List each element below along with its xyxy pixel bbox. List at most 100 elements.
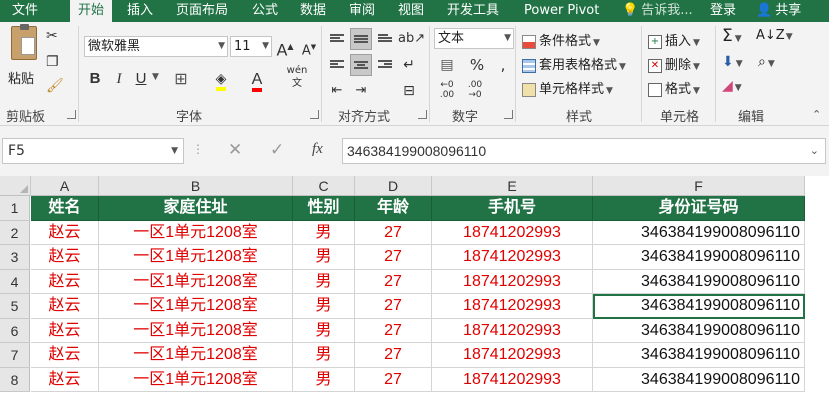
tab-data[interactable]: 数据 <box>300 0 326 22</box>
fill-color-icon[interactable]: ◈ <box>210 68 232 91</box>
worksheet-grid[interactable]: ABCDEF 12345678 姓名 家庭住址 性别 年龄 手机号 身份证号码 赵云 一区1单… <box>0 176 829 400</box>
cell-name[interactable]: 赵云 <box>31 220 99 245</box>
cell-gender[interactable]: 男 <box>293 343 355 368</box>
tab-developer[interactable]: 开发工具 <box>447 0 499 22</box>
autosum-icon[interactable]: Σ ▼ <box>722 26 742 46</box>
cancel-icon[interactable]: ✕ <box>228 140 242 160</box>
decrease-decimal-icon[interactable]: .00 →0 <box>464 80 486 102</box>
underline-button[interactable]: U <box>130 68 152 90</box>
font-color-icon[interactable]: A <box>246 68 268 92</box>
tab-formulas[interactable]: 公式 <box>252 0 278 22</box>
cell-gender[interactable]: 男 <box>293 269 355 294</box>
accounting-icon[interactable]: ▤ <box>436 54 458 76</box>
wrap-text-icon[interactable]: ↵ <box>398 54 420 76</box>
cell-phone[interactable]: 18741202993 <box>432 220 593 245</box>
column-header-b[interactable]: B <box>99 176 293 196</box>
cell-id-number[interactable]: 346384199008096110 <box>593 245 805 270</box>
cell-phone[interactable]: 18741202993 <box>432 245 593 270</box>
insert-function-button[interactable]: fx <box>312 141 323 158</box>
cell-name[interactable]: 赵云 <box>31 294 99 319</box>
row-header-4[interactable]: 4 <box>0 269 30 294</box>
cell-age[interactable]: 27 <box>355 294 432 319</box>
cell-phone[interactable]: 18741202993 <box>432 343 593 368</box>
insert-cells-button[interactable]: + 插入 ▼ <box>648 30 700 49</box>
cell-id-number[interactable]: 346384199008096110 <box>593 343 805 368</box>
cell-address[interactable]: 一区1单元1208室 <box>99 343 293 368</box>
delete-cells-button[interactable]: ✕ 删除 ▼ <box>648 54 700 73</box>
row-header-3[interactable]: 3 <box>0 245 30 270</box>
cell-address[interactable]: 一区1单元1208室 <box>99 294 293 319</box>
column-header-c[interactable]: C <box>293 176 355 196</box>
tab-review[interactable]: 审阅 <box>349 0 375 22</box>
align-top-icon[interactable] <box>326 28 348 50</box>
cell-gender[interactable]: 男 <box>293 318 355 343</box>
enter-icon[interactable]: ✓ <box>270 140 284 160</box>
cell-id-number[interactable]: 346384199008096110 <box>593 318 805 343</box>
phonetic-icon[interactable]: wén 文 <box>286 64 308 89</box>
cell-age[interactable]: 27 <box>355 343 432 368</box>
header-cell-gender[interactable]: 性别 <box>293 196 355 221</box>
align-right-icon[interactable] <box>374 54 396 76</box>
border-icon[interactable]: ⊞ <box>170 68 192 90</box>
header-cell-age[interactable]: 年龄 <box>355 196 432 221</box>
cut-icon[interactable]: ✂ <box>46 28 58 44</box>
comma-icon[interactable]: , <box>492 54 514 76</box>
format-cells-button[interactable]: 格式 ▼ <box>648 78 700 97</box>
header-cell-id-number[interactable]: 身份证号码 <box>593 196 805 221</box>
paste-button[interactable] <box>8 24 40 66</box>
clipboard-launcher-icon[interactable] <box>67 110 76 119</box>
cell-age[interactable]: 27 <box>355 269 432 294</box>
tab-view[interactable]: 视图 <box>398 0 424 22</box>
number-format-select[interactable]: 文本 ▼ <box>434 28 514 49</box>
tab-file[interactable]: 文件 <box>12 0 38 22</box>
percent-icon[interactable]: % <box>466 54 488 76</box>
decrease-indent-icon[interactable]: ⇤ <box>326 80 348 102</box>
cell-id-number[interactable]: 346384199008096110 <box>593 220 805 245</box>
cell-id-number[interactable]: 346384199008096110 <box>593 367 805 392</box>
italic-button[interactable]: I <box>108 68 130 90</box>
header-cell-name[interactable]: 姓名 <box>31 196 99 221</box>
row-header-1[interactable]: 1 <box>0 196 30 221</box>
cell-name[interactable]: 赵云 <box>31 367 99 392</box>
find-select-icon[interactable]: ⌕ ▼ <box>758 54 775 70</box>
select-all-corner[interactable] <box>0 176 31 196</box>
header-cell-address[interactable]: 家庭住址 <box>99 196 293 221</box>
row-header-8[interactable]: 8 <box>0 367 30 392</box>
cell-name[interactable]: 赵云 <box>31 318 99 343</box>
share-button[interactable]: 👤 共享 <box>756 0 801 22</box>
cell-id-number[interactable]: 346384199008096110 <box>593 294 805 319</box>
increase-font-icon[interactable]: A▲ <box>274 36 296 59</box>
fill-down-icon[interactable]: ⬇ ▼ <box>722 54 743 70</box>
cell-name[interactable]: 赵云 <box>31 343 99 368</box>
clear-icon[interactable]: ◢ ▼ <box>722 78 742 94</box>
font-name-select[interactable]: 微软雅黑 ▼ <box>84 36 228 57</box>
cell-address[interactable]: 一区1单元1208室 <box>99 367 293 392</box>
cell-age[interactable]: 27 <box>355 220 432 245</box>
cell-phone[interactable]: 18741202993 <box>432 367 593 392</box>
cell-age[interactable]: 27 <box>355 367 432 392</box>
cell-address[interactable]: 一区1单元1208室 <box>99 269 293 294</box>
bold-button[interactable]: B <box>84 68 106 90</box>
cell-phone[interactable]: 18741202993 <box>432 294 593 319</box>
tell-me-box[interactable]: 💡 告诉我... <box>622 0 693 22</box>
decrease-font-icon[interactable]: A▼ <box>298 36 320 58</box>
cell-gender[interactable]: 男 <box>293 245 355 270</box>
formula-input[interactable]: 346384199008096110 ⌄ <box>342 138 826 164</box>
cell-address[interactable]: 一区1单元1208室 <box>99 245 293 270</box>
increase-indent-icon[interactable]: ⇥ <box>350 80 372 102</box>
column-header-f[interactable]: F <box>593 176 805 196</box>
chevron-down-icon[interactable]: ▼ <box>152 72 159 82</box>
cell-address[interactable]: 一区1单元1208室 <box>99 318 293 343</box>
cell-gender[interactable]: 男 <box>293 367 355 392</box>
name-box[interactable]: F5 ▼ <box>2 138 184 164</box>
column-header-a[interactable]: A <box>31 176 99 196</box>
copy-icon[interactable]: ❐ <box>46 54 59 70</box>
paste-label[interactable]: 粘贴 <box>8 68 34 87</box>
format-painter-icon[interactable]: 🖌 <box>46 78 64 94</box>
merge-center-icon[interactable]: ⊟ <box>398 80 420 102</box>
align-left-icon[interactable] <box>326 54 348 76</box>
align-middle-icon[interactable] <box>350 28 372 50</box>
row-header-5[interactable]: 5 <box>0 294 30 319</box>
cell-name[interactable]: 赵云 <box>31 269 99 294</box>
sort-filter-icon[interactable]: A↓Z▼ <box>756 28 793 43</box>
